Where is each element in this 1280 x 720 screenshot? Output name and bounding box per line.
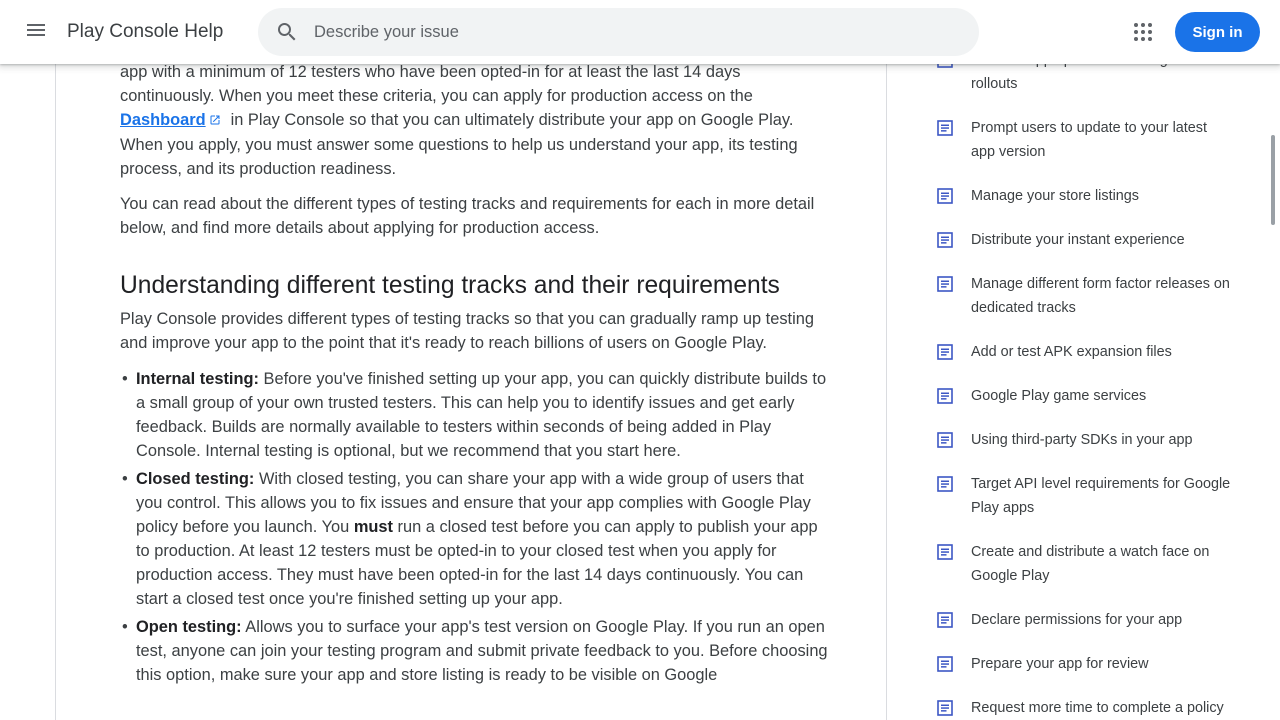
sidebar-item-label: Declare permissions for your app <box>971 612 1183 628</box>
dashboard-link[interactable]: Dashboard <box>120 111 206 129</box>
sidebar-item-form-factor[interactable]: Manage different form factor releases on… <box>937 272 1237 320</box>
sidebar-item-label: Prompt users to update to your latest ap… <box>971 120 1207 160</box>
sidebar-item-label: Prepare your app for review <box>971 656 1149 672</box>
hamburger-menu-icon <box>24 18 48 47</box>
article-icon <box>937 344 953 360</box>
article-icon <box>937 656 953 672</box>
sidebar-item-request-time[interactable]: Request more time to complete a policy <box>937 696 1237 720</box>
article-icon <box>937 432 953 448</box>
search-bar[interactable] <box>258 8 979 56</box>
sidebar-item-label: Target API level requirements for Google… <box>971 476 1231 516</box>
scrollbar-thumb[interactable] <box>1271 135 1275 225</box>
menu-button[interactable] <box>20 16 52 48</box>
sidebar-item-label: Manage different form factor releases on… <box>971 276 1230 316</box>
list-item-closed-testing: • Closed testing: With closed testing, y… <box>120 467 830 611</box>
article-icon <box>937 276 953 292</box>
term-internal-testing: Internal testing: <box>136 370 259 388</box>
search-input[interactable] <box>314 8 954 56</box>
bullet-icon: • <box>122 470 128 488</box>
sidebar-item-label: Manage your store listings <box>971 188 1139 204</box>
term-closed-testing: Closed testing: <box>136 470 255 488</box>
article-icon <box>937 476 953 492</box>
search-icon[interactable] <box>275 20 299 44</box>
article-icon <box>937 700 953 716</box>
product-title[interactable]: Play Console Help <box>67 20 223 44</box>
sidebar-item-game-services[interactable]: Google Play game services <box>937 384 1237 408</box>
list-item-internal-testing: • Internal testing: Before you've finish… <box>120 367 830 463</box>
related-articles-sidebar: Release app updates with staged rollouts… <box>887 0 1280 720</box>
sidebar-item-third-party-sdks[interactable]: Using third-party SDKs in your app <box>937 428 1237 452</box>
article-icon <box>937 544 953 560</box>
article-icon <box>937 612 953 628</box>
paragraph-read-more: You can read about the different types o… <box>120 195 815 237</box>
apps-button[interactable] <box>1131 20 1155 44</box>
emphasis-must: must <box>353 518 393 536</box>
sidebar-item-label: Distribute your instant experience <box>971 232 1185 248</box>
article-icon <box>937 232 953 248</box>
sidebar-item-prepare-review[interactable]: Prepare your app for review <box>937 652 1237 676</box>
sidebar-item-label: Google Play game services <box>971 388 1147 404</box>
term-open-testing: Open testing: <box>136 618 242 636</box>
sidebar-item-permissions[interactable]: Declare permissions for your app <box>937 608 1237 632</box>
sidebar-item-label: Using third-party SDKs in your app <box>971 432 1193 448</box>
testing-tracks-list: • Internal testing: Before you've finish… <box>120 367 830 687</box>
article-icon <box>937 120 953 136</box>
top-app-bar: Play Console Help Sign in <box>0 0 1280 64</box>
article-icon <box>937 388 953 404</box>
sidebar-item-label: Request more time to complete a policy <box>971 700 1224 716</box>
sidebar-item-store-listings[interactable]: Manage your store listings <box>937 184 1237 208</box>
article-card: app with a minimum of 12 testers who hav… <box>55 0 887 720</box>
external-link-icon <box>209 109 221 133</box>
sidebar-item-label: Add or test APK expansion files <box>971 344 1172 360</box>
bullet-icon: • <box>122 618 128 636</box>
sign-in-button[interactable]: Sign in <box>1175 12 1260 52</box>
paragraph-production-access: app with a minimum of 12 testers who hav… <box>120 63 798 178</box>
sidebar-item-target-api[interactable]: Target API level requirements for Google… <box>937 472 1237 520</box>
apps-grid-icon <box>1131 23 1155 48</box>
paragraph-tracks-intro: Play Console provides different types of… <box>120 310 814 352</box>
section-heading: Understanding different testing tracks a… <box>120 272 780 299</box>
article-body: app with a minimum of 12 testers who hav… <box>120 60 830 691</box>
sidebar-item-instant-experience[interactable]: Distribute your instant experience <box>937 228 1237 252</box>
bullet-icon: • <box>122 370 128 388</box>
sidebar-item-apk-expansion[interactable]: Add or test APK expansion files <box>937 340 1237 364</box>
article-icon <box>937 188 953 204</box>
sidebar-item-prompt-update[interactable]: Prompt users to update to your latest ap… <box>937 116 1237 164</box>
sidebar-item-label: Create and distribute a watch face on Go… <box>971 544 1210 584</box>
list-item-open-testing: • Open testing: Allows you to surface yo… <box>120 615 830 687</box>
sidebar-item-watch-face[interactable]: Create and distribute a watch face on Go… <box>937 540 1237 588</box>
